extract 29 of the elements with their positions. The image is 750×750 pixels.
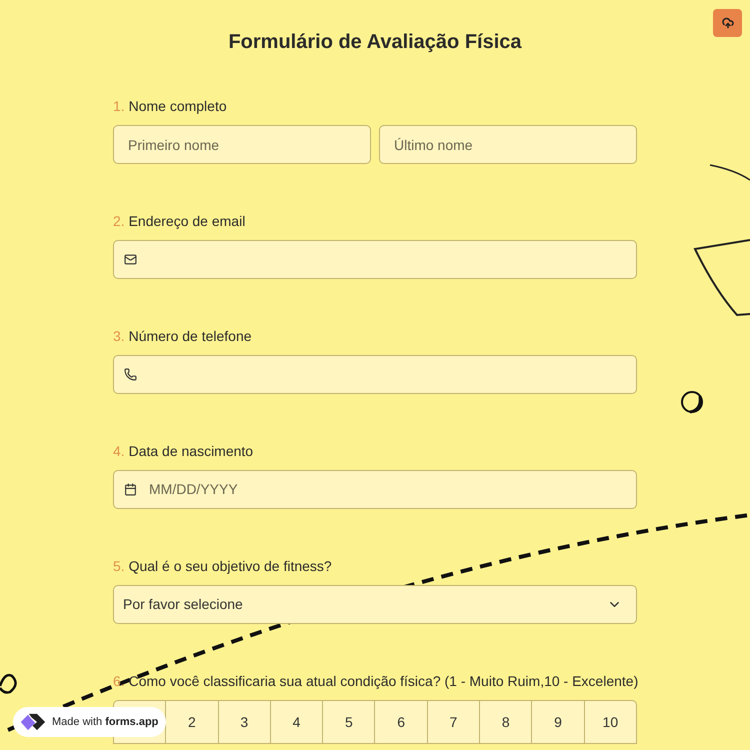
rating-option[interactable]: 3: [218, 700, 271, 744]
phone-icon: [124, 368, 137, 381]
rating-option[interactable]: 6: [375, 700, 428, 744]
select-dropdown[interactable]: Por favor selecione: [113, 585, 637, 624]
form-title: Formulário de Avaliação Física: [228, 30, 522, 54]
upload-button[interactable]: [713, 9, 742, 37]
question-label: 5. Qual é o seu objetivo de fitness?: [113, 558, 333, 574]
question-label: 6. Como você classificaria sua atual condição física? (1 - Muito Ruim,10 - Excelente): [113, 673, 637, 689]
rating-option[interactable]: 2: [166, 700, 219, 744]
text-field[interactable]: Primeiro nome: [113, 125, 371, 164]
email-field[interactable]: [113, 240, 637, 279]
rating-option[interactable]: 10: [584, 700, 637, 744]
rating-option[interactable]: 7: [428, 700, 480, 744]
question-label: 2. Endereço de email: [113, 213, 246, 229]
rating-option[interactable]: 8: [480, 700, 532, 744]
logo-icon: [19, 712, 46, 732]
question-label: 3. Número de telefone: [113, 328, 253, 344]
question-label: 1. Nome completo: [113, 98, 228, 114]
text-field[interactable]: Último nome: [379, 125, 637, 164]
calendar-icon: [124, 483, 137, 496]
cloud-upload-icon: [722, 17, 734, 29]
made-with-badge: Made with forms.app: [13, 707, 166, 737]
rating-option[interactable]: 5: [323, 700, 376, 744]
question-label: 4. Data de nascimento: [113, 443, 254, 459]
rating-option[interactable]: 4: [270, 700, 324, 744]
mail-icon: [124, 253, 137, 266]
phone-field[interactable]: [113, 355, 637, 394]
date-field[interactable]: MM/DD/YYYY: [113, 470, 637, 509]
rating-option[interactable]: 9: [532, 700, 585, 744]
